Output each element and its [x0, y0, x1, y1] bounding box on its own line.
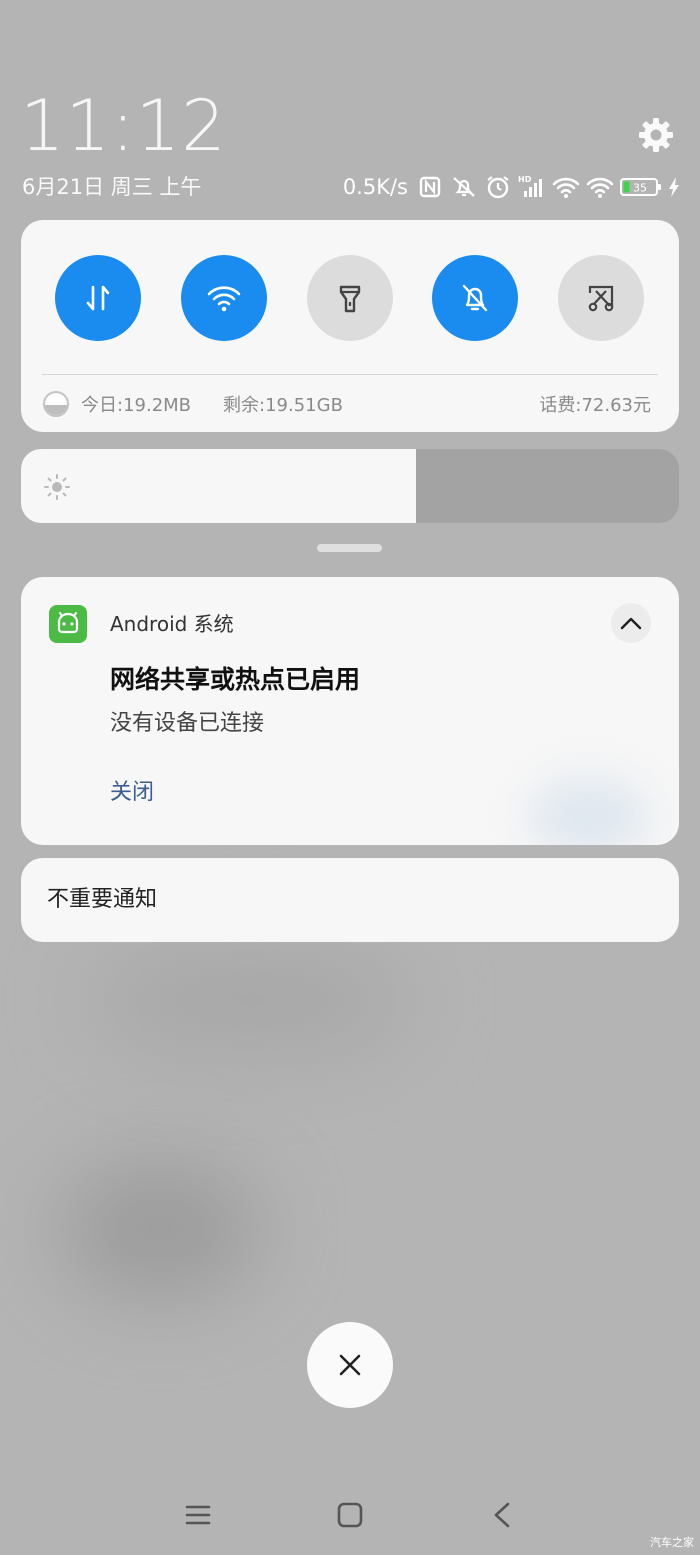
- chevron-up-icon: [620, 617, 642, 630]
- flashlight-icon: [339, 285, 361, 313]
- background-blur: [90, 940, 410, 1060]
- android-robot-icon: [49, 605, 87, 643]
- status-icons: 0.5K/s HD 35: [343, 172, 680, 202]
- back-icon: [494, 1502, 510, 1528]
- hd-signal-icon: HD: [518, 175, 542, 197]
- brightness-level: [21, 449, 416, 523]
- clock-time[interactable]: 11:12: [20, 86, 227, 166]
- flashlight-toggle[interactable]: [307, 255, 393, 341]
- card-glow: [529, 777, 649, 845]
- settings-gear-icon[interactable]: [636, 115, 676, 155]
- hotspot-wifi-icon: [586, 177, 614, 198]
- bell-off-icon: [462, 284, 488, 312]
- nfc-icon: [419, 176, 441, 198]
- background-blur: [60, 1160, 260, 1300]
- home-button[interactable]: [330, 1492, 370, 1538]
- screenshot-scissors-icon: [588, 285, 614, 312]
- phone-balance: 话费:72.63元: [539, 395, 651, 416]
- close-hotspot-button[interactable]: 关闭: [110, 777, 154, 809]
- close-icon: [339, 1354, 361, 1376]
- clear-all-button[interactable]: [307, 1322, 393, 1408]
- data-today: 今日:19.2MB: [81, 395, 192, 416]
- collapse-button[interactable]: [611, 603, 651, 643]
- minor-notifications-label: 不重要通知: [47, 887, 158, 912]
- clock-date[interactable]: 6月21日 周三 上午: [22, 172, 201, 202]
- wifi-icon: [552, 177, 580, 198]
- back-button[interactable]: [482, 1492, 522, 1538]
- wifi-toggle[interactable]: [181, 255, 267, 341]
- svg-text:35: 35: [633, 182, 647, 195]
- data-usage-icon: [43, 391, 69, 417]
- home-icon: [337, 1502, 363, 1528]
- watermark: 汽车之家: [650, 1536, 694, 1549]
- menu-icon: [185, 1505, 211, 1525]
- divider: [42, 374, 658, 375]
- mobile-data-icon: [86, 285, 110, 311]
- data-usage-row[interactable]: 今日:19.2MB 剩余:19.51GB 话费:72.63元: [43, 386, 651, 422]
- app-name: Android 系统: [110, 612, 234, 636]
- minor-notifications-card[interactable]: 不重要通知: [21, 858, 679, 942]
- mobile-data-toggle[interactable]: [55, 255, 141, 341]
- wifi-icon: [207, 286, 241, 312]
- sun-icon: [44, 474, 70, 500]
- brightness-slider[interactable]: [21, 449, 679, 523]
- notification-text: 没有设备已连接: [110, 711, 265, 736]
- data-remaining: 剩余:19.51GB: [223, 395, 343, 416]
- mute-toggle[interactable]: [432, 255, 518, 341]
- screenshot-toggle[interactable]: [558, 255, 644, 341]
- quick-settings-panel: 今日:19.2MB 剩余:19.51GB 话费:72.63元: [21, 220, 679, 432]
- svg-text:HD: HD: [518, 175, 532, 184]
- drag-handle[interactable]: [317, 544, 382, 552]
- alarm-clock-icon: [487, 176, 509, 199]
- menu-button[interactable]: [178, 1492, 218, 1538]
- notification-card[interactable]: Android 系统 网络共享或热点已启用 没有设备已连接 关闭: [21, 577, 679, 845]
- alarm-off-icon: [453, 177, 475, 197]
- network-speed: 0.5K/s: [342, 175, 408, 199]
- notification-title: 网络共享或热点已启用: [110, 665, 361, 694]
- battery-icon: 35: [620, 178, 661, 196]
- charging-icon: [669, 177, 679, 197]
